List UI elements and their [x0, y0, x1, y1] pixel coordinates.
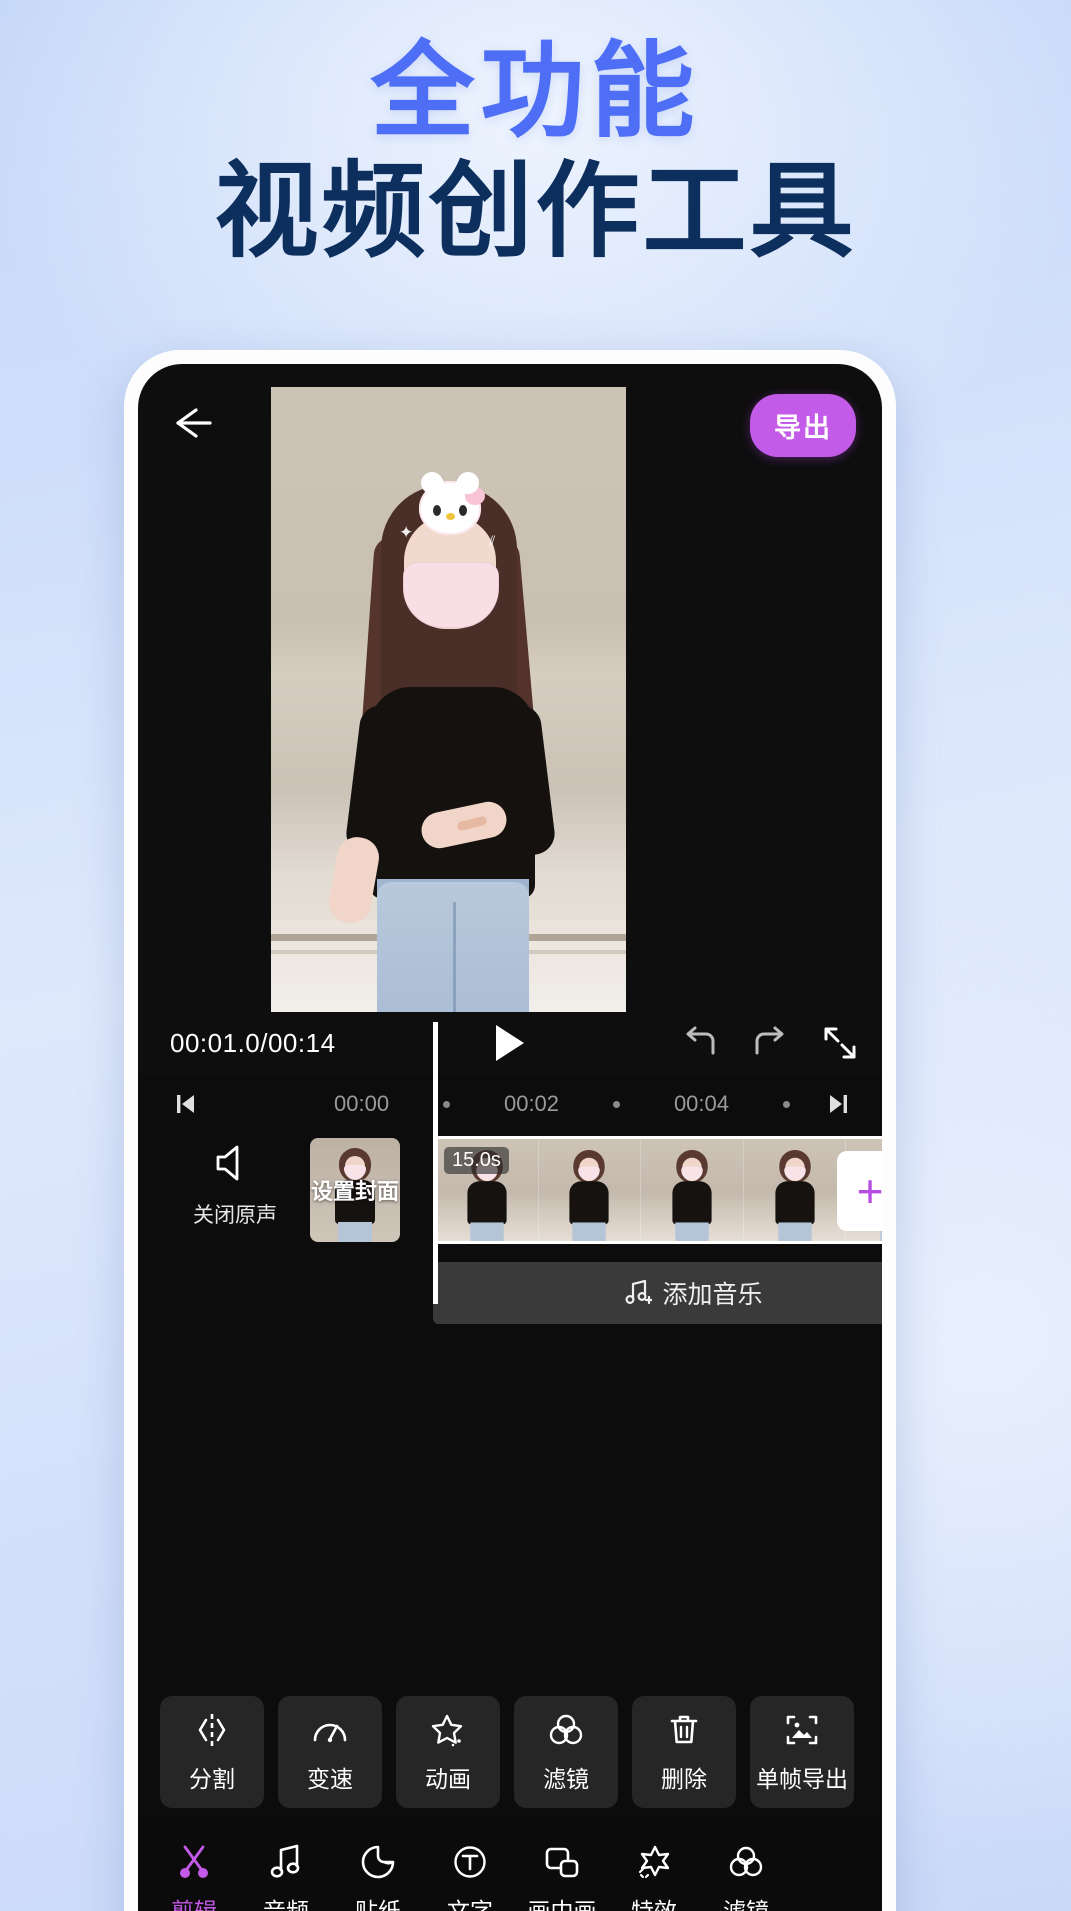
- music-note-icon: [270, 1844, 300, 1878]
- app-topbar: 导出: [138, 364, 882, 474]
- nav-label: 滤镜: [723, 1898, 769, 1911]
- nav-label: 特效: [631, 1898, 677, 1911]
- scissors-icon: [180, 1845, 208, 1878]
- color-circles-icon: [549, 1714, 583, 1745]
- tool-label: 动画: [425, 1766, 471, 1792]
- tool-strip: 分割 变速 动画 滤镜 删除 单帧导出: [138, 1692, 882, 1812]
- redo-icon[interactable]: [750, 1025, 790, 1061]
- phone-mockup: 导出 ✦ ⫽ 00:01.0/00:14 00:00 00:02 00:04 关…: [124, 350, 896, 1911]
- video-clip-track[interactable]: 15.0s +: [433, 1136, 882, 1244]
- tool-label: 变速: [307, 1766, 353, 1792]
- picture-in-picture-icon: [545, 1847, 579, 1878]
- nav-item-effects[interactable]: 特效: [608, 1842, 700, 1911]
- bottom-nav: 剪辑 音频 贴纸 文字 画中画 特效 滤镜: [138, 1818, 882, 1911]
- subject-shirt: [369, 687, 535, 899]
- tick-dot-2: [612, 1100, 620, 1108]
- tool-delete[interactable]: 删除: [632, 1696, 736, 1808]
- arrow-left-icon[interactable]: [162, 398, 222, 448]
- tool-label: 单帧导出: [756, 1766, 848, 1792]
- add-clip-button[interactable]: +: [837, 1151, 882, 1231]
- nav-item-sticker[interactable]: 贴纸: [332, 1842, 424, 1911]
- subject-jeans: [377, 882, 529, 1012]
- clip-frame[interactable]: [641, 1139, 744, 1241]
- effects-star-icon: [638, 1845, 670, 1879]
- tool-speed[interactable]: 变速: [278, 1696, 382, 1808]
- tool-label: 滤镜: [543, 1766, 589, 1792]
- export-button[interactable]: 导出: [750, 394, 856, 457]
- tool-label: 分割: [189, 1766, 235, 1792]
- trash-icon: [670, 1715, 698, 1744]
- timeline-playhead[interactable]: [433, 1022, 438, 1304]
- nav-label: 剪辑: [171, 1898, 217, 1911]
- fullscreen-icon[interactable]: [820, 1025, 860, 1061]
- split-icon: [198, 1714, 226, 1746]
- nav-item-edit[interactable]: 剪辑: [148, 1842, 240, 1911]
- color-circles-icon: [729, 1846, 763, 1877]
- music-note-add-icon: [625, 1279, 653, 1305]
- video-track-row: 关闭原声 设置封面 15.0s +: [138, 1136, 882, 1246]
- sparkle-icon-2: ⫽: [489, 533, 496, 549]
- nav-item-text[interactable]: 文字: [424, 1842, 516, 1911]
- tool-frame-export[interactable]: 单帧导出: [750, 1696, 854, 1808]
- set-cover-label: 设置封面: [310, 1179, 399, 1204]
- music-track-row: 添加音乐: [138, 1262, 882, 1324]
- nav-item-filter[interactable]: 滤镜: [700, 1842, 792, 1911]
- nav-label: 画中画: [527, 1898, 597, 1911]
- sticker-icon: [361, 1845, 395, 1879]
- hero-headline: 全功能 视频创作工具: [0, 34, 1071, 271]
- star-sparkle-icon: [431, 1714, 463, 1747]
- controls-right-group: [680, 1025, 860, 1061]
- app-screen: 导出 ✦ ⫽ 00:01.0/00:14 00:00 00:02 00:04 关…: [138, 364, 882, 1911]
- clip-frame[interactable]: [538, 1139, 642, 1241]
- timeline-tick-labels: 00:00 00:02 00:04: [334, 1091, 790, 1117]
- nav-item-audio[interactable]: 音频: [240, 1842, 332, 1911]
- tick-2: 00:02: [503, 1091, 560, 1116]
- kitty-sticker-icon: [419, 481, 485, 535]
- undo-icon[interactable]: [680, 1025, 720, 1061]
- tick-dot-3: [782, 1100, 790, 1108]
- tool-animation[interactable]: 动画: [396, 1696, 500, 1808]
- set-cover-button[interactable]: 设置封面: [310, 1138, 400, 1242]
- nav-item-pip[interactable]: 画中画: [516, 1842, 608, 1911]
- frame-export-icon: [786, 1715, 818, 1745]
- clip-duration-badge: 15.0s: [444, 1147, 509, 1174]
- subject-mask: [403, 562, 499, 628]
- mute-original-audio-button[interactable]: 关闭原声: [180, 1140, 290, 1229]
- tool-filter[interactable]: 滤镜: [514, 1696, 618, 1808]
- tool-split[interactable]: 分割: [160, 1696, 264, 1808]
- mute-label: 关闭原声: [193, 1204, 277, 1227]
- tick-4: 00:04: [673, 1091, 729, 1116]
- clip-frame[interactable]: [743, 1139, 847, 1241]
- speaker-mute-icon: [216, 1145, 239, 1181]
- tick-0: 00:00: [334, 1091, 390, 1116]
- add-music-button[interactable]: 添加音乐: [433, 1262, 882, 1324]
- jump-to-start-icon[interactable]: [168, 1089, 204, 1119]
- sparkle-icon: ✦: [399, 523, 414, 542]
- play-icon[interactable]: [496, 1025, 524, 1061]
- text-t-icon: [454, 1846, 486, 1878]
- tick-dot-1: [443, 1100, 451, 1108]
- time-display: 00:01.0/00:14: [170, 1027, 336, 1058]
- nav-label: 音频: [263, 1898, 309, 1911]
- timeline-ruler: 00:00 00:02 00:04: [138, 1074, 882, 1134]
- playback-controls: 00:01.0/00:14: [138, 1012, 882, 1074]
- nav-label: 贴纸: [355, 1898, 401, 1911]
- jump-to-end-icon[interactable]: [820, 1089, 856, 1119]
- speed-gauge-icon: [313, 1723, 347, 1743]
- tool-label: 删除: [661, 1766, 707, 1792]
- nav-label: 文字: [447, 1898, 493, 1911]
- headline-line-1: 全功能: [370, 34, 701, 150]
- add-music-label: 添加音乐: [662, 1281, 763, 1309]
- video-preview[interactable]: ✦ ⫽: [271, 387, 626, 1012]
- headline-line-2: 视频创作工具: [214, 154, 857, 271]
